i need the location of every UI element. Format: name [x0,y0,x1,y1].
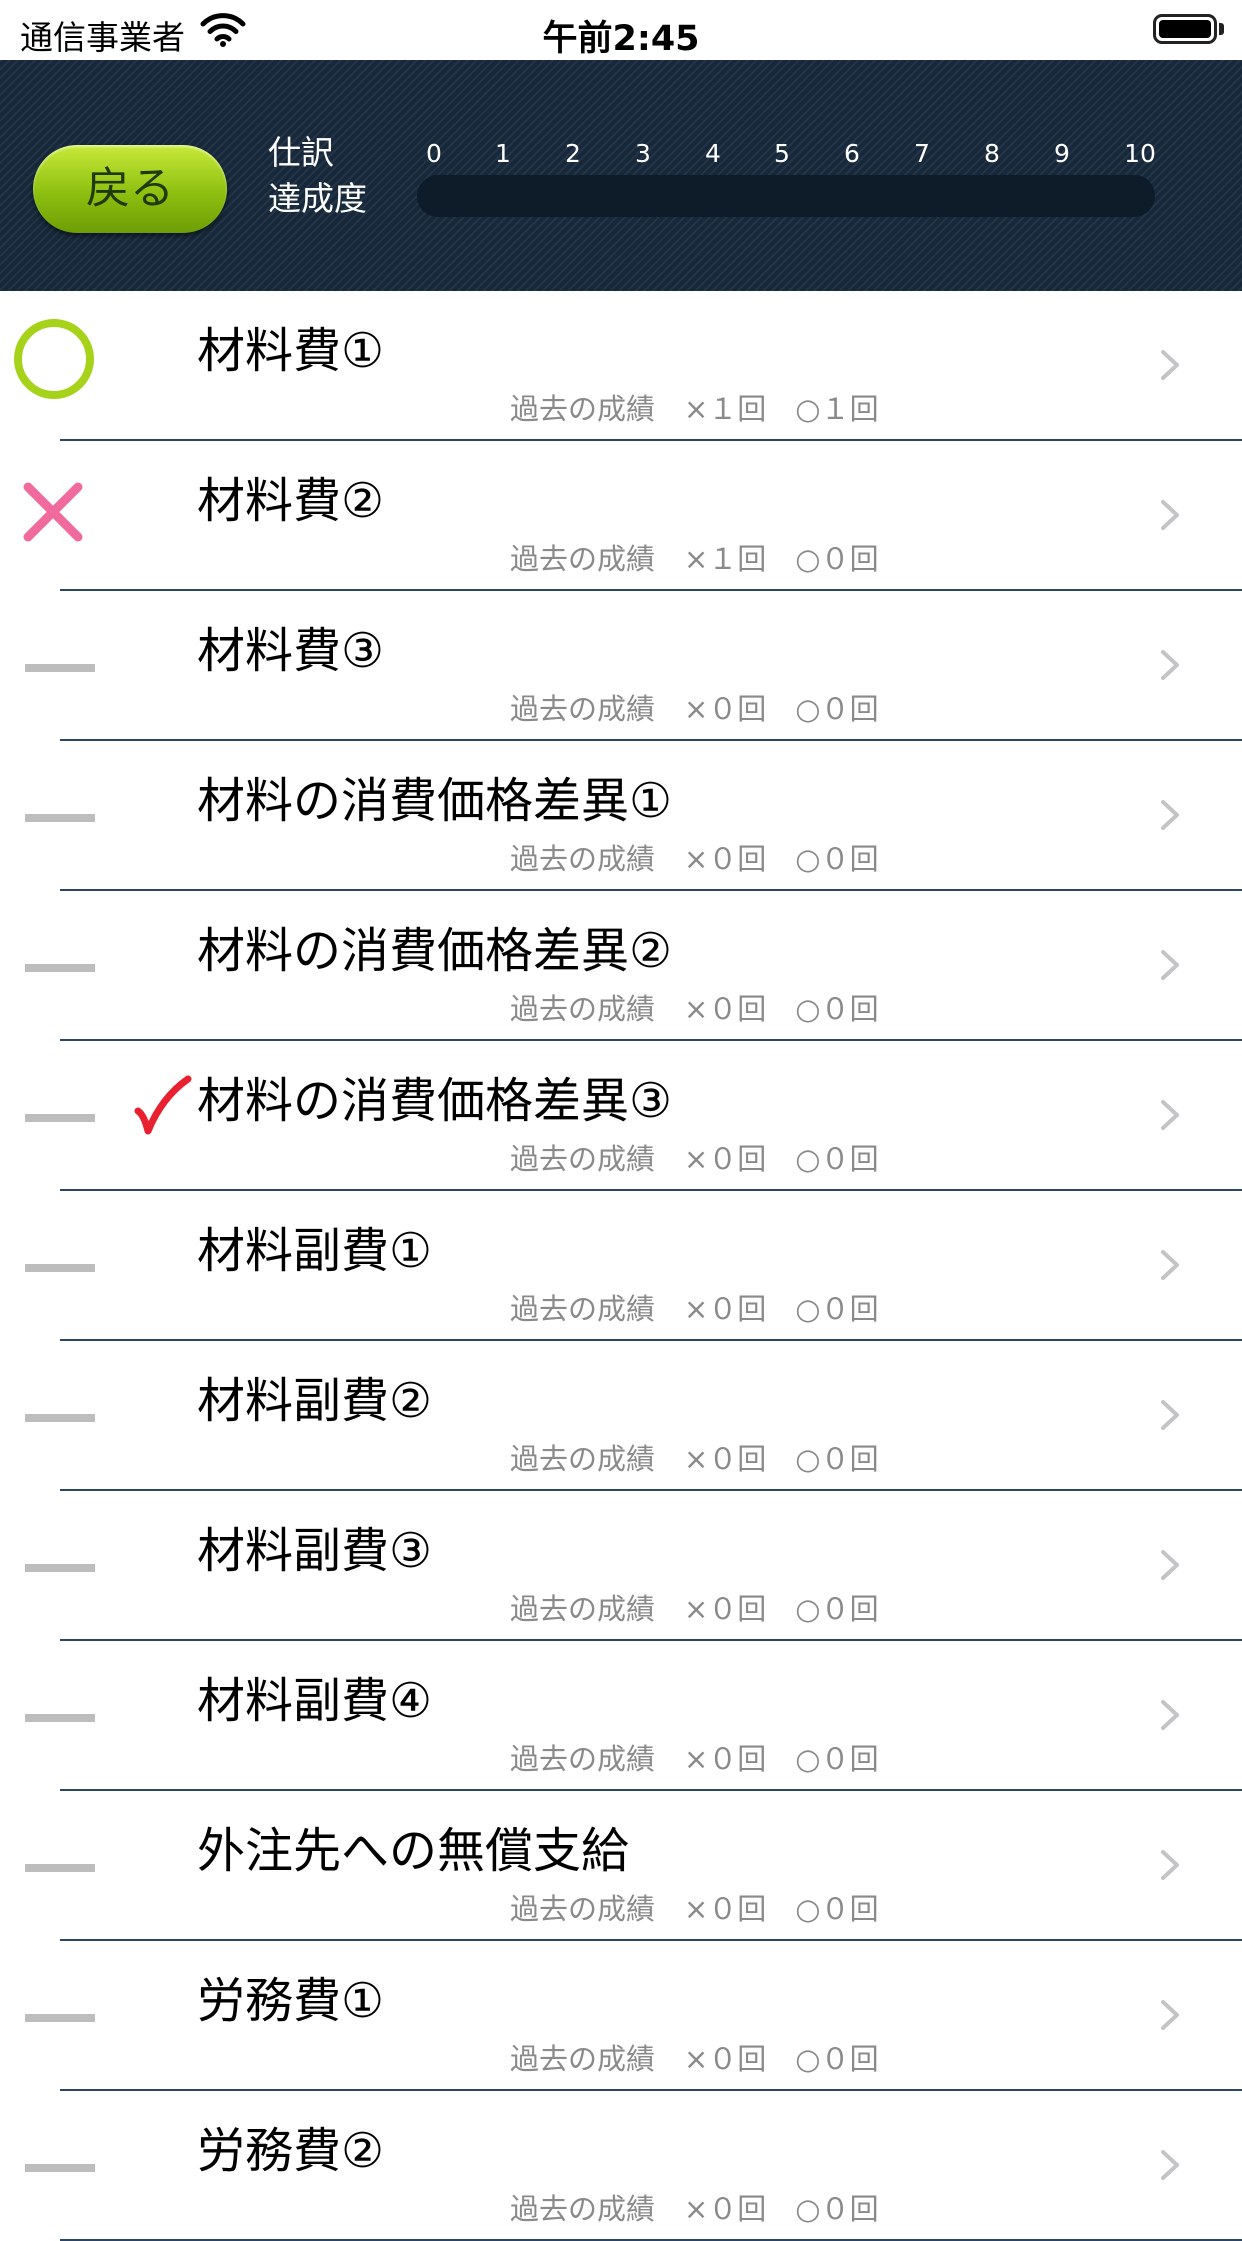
item-title: 労務費① [197,1973,385,2029]
unanswered-dash-icon [25,1714,95,1722]
item-title: 材料副費① [197,1223,433,1279]
item-title: 材料の消費価格差異③ [197,1073,673,1129]
unanswered-dash-icon [25,664,95,672]
progress-tick: 2 [565,139,581,168]
list-item[interactable]: 労務費① 過去の成績 ×０回 ○０回 [0,1941,1242,2091]
chevron-right-icon [1148,1543,1192,1587]
chevron-right-icon [1148,2143,1192,2187]
unanswered-dash-icon [25,1864,95,1872]
item-title: 材料副費③ [197,1523,433,1579]
progress-tick: 4 [705,139,721,168]
list-item[interactable]: 材料費② 過去の成績 ×１回 ○０回 [0,441,1242,591]
item-history: 過去の成績 ×０回 ○０回 [510,1892,879,1926]
progress-tick: 3 [635,139,651,168]
progress-tick: 10 [1124,139,1156,168]
item-history: 過去の成績 ×０回 ○０回 [510,1142,879,1176]
header-bar: 戻る 仕訳 達成度 0 1 2 3 4 5 6 7 8 9 10 [0,60,1242,291]
unanswered-dash-icon [25,2014,95,2022]
list-item[interactable]: 材料の消費価格差異② 過去の成績 ×０回 ○０回 [0,891,1242,1041]
chevron-right-icon [1148,643,1192,687]
list-item[interactable]: 材料副費④ 過去の成績 ×０回 ○０回 [0,1641,1242,1791]
chevron-right-icon [1148,1243,1192,1287]
item-history: 過去の成績 ×０回 ○０回 [510,842,879,876]
item-title: 材料副費④ [197,1673,433,1729]
item-title: 材料費① [197,323,385,379]
item-title: 材料副費② [197,1373,433,1429]
progress-tick: 5 [774,139,790,168]
status-bar: 通信事業者 午前2:45 [0,0,1242,60]
item-title: 労務費② [197,2123,385,2179]
item-history: 過去の成績 ×０回 ○０回 [510,2192,879,2226]
list-item[interactable]: 材料副費① 過去の成績 ×０回 ○０回 [0,1191,1242,1341]
list-item[interactable]: 材料副費② 過去の成績 ×０回 ○０回 [0,1341,1242,1491]
list-item[interactable]: 労務費② 過去の成績 ×０回 ○０回 [0,2091,1242,2241]
correct-circle-icon [14,319,94,399]
item-history: 過去の成績 ×０回 ○０回 [510,992,879,1026]
progress-tick: 0 [426,139,442,168]
item-history: 過去の成績 ×１回 ○０回 [510,542,879,576]
item-title: 外注先への無償支給 [197,1823,630,1879]
chevron-right-icon [1148,943,1192,987]
unanswered-dash-icon [25,814,95,822]
item-history: 過去の成績 ×０回 ○０回 [510,1592,879,1626]
chevron-right-icon [1148,1693,1192,1737]
battery-icon [1153,14,1217,44]
progress-tick: 7 [914,139,930,168]
item-history: 過去の成績 ×０回 ○０回 [510,2042,879,2076]
progress-title-line2: 達成度 [268,179,367,218]
list-item[interactable]: 材料費① 過去の成績 ×１回 ○１回 [0,291,1242,441]
chevron-right-icon [1148,1393,1192,1437]
clock: 午前2:45 [542,19,700,59]
unanswered-dash-icon [25,1564,95,1572]
list-item[interactable]: 材料副費③ 過去の成績 ×０回 ○０回 [0,1491,1242,1641]
progress-tick: 1 [495,139,511,168]
progress-tick: 9 [1054,139,1070,168]
chevron-right-icon [1148,343,1192,387]
progress-tick: 8 [984,139,1000,168]
progress-bar [417,175,1155,217]
item-history: 過去の成績 ×０回 ○０回 [510,1442,879,1476]
list-item[interactable]: 外注先への無償支給過去の成績 ×０回 ○０回 [0,1791,1242,1941]
list-item[interactable]: 材料費③ 過去の成績 ×０回 ○０回 [0,591,1242,741]
unanswered-dash-icon [25,1264,95,1272]
list-item[interactable]: 材料の消費価格差異③ 過去の成績 ×０回 ○０回 [0,1041,1242,1191]
chevron-right-icon [1148,493,1192,537]
question-list: 材料費① 過去の成績 ×１回 ○１回材料費② 過去の成績 ×１回 ○０回材料費③ 過去… [0,291,1242,2241]
item-history: 過去の成績 ×１回 ○１回 [510,392,879,426]
list-item[interactable]: 材料の消費価格差異① 過去の成績 ×０回 ○０回 [0,741,1242,891]
item-history: 過去の成績 ×０回 ○０回 [510,692,879,726]
battery-tip [1219,23,1224,35]
checkmark-icon [134,1075,192,1141]
item-title: 材料費② [197,473,385,529]
wrong-cross-icon [20,479,86,549]
unanswered-dash-icon [25,2164,95,2172]
progress-tick: 6 [844,139,860,168]
unanswered-dash-icon [25,964,95,972]
item-title: 材料の消費価格差異① [197,773,673,829]
item-history: 過去の成績 ×０回 ○０回 [510,1292,879,1326]
chevron-right-icon [1148,1093,1192,1137]
item-history: 過去の成績 ×０回 ○０回 [510,1742,879,1776]
item-title: 材料の消費価格差異② [197,923,673,979]
unanswered-dash-icon [25,1414,95,1422]
chevron-right-icon [1148,1993,1192,2037]
chevron-right-icon [1148,793,1192,837]
item-title: 材料費③ [197,623,385,679]
back-button[interactable]: 戻る [33,145,227,233]
progress-title-line1: 仕訳 [268,133,334,172]
chevron-right-icon [1148,1843,1192,1887]
unanswered-dash-icon [25,1114,95,1122]
